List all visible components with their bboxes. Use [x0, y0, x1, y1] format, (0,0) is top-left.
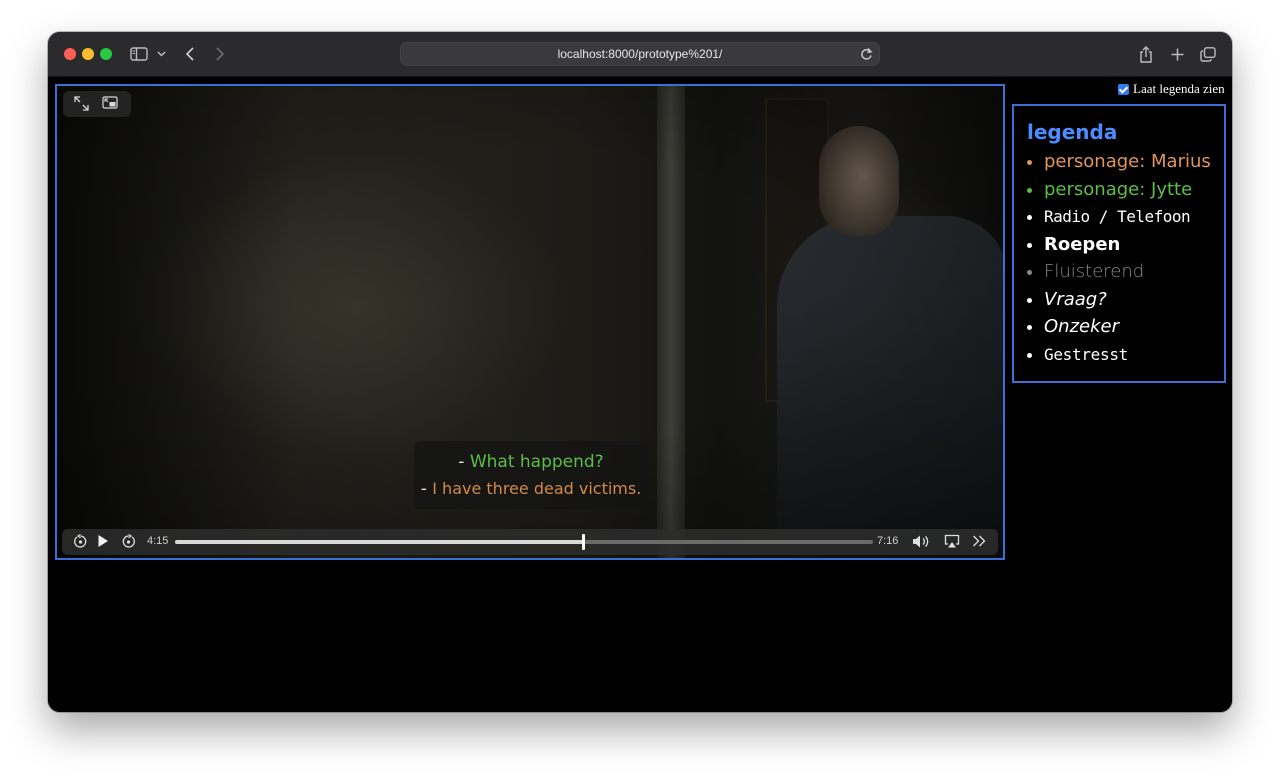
- subtitle-line-1: - What happend?: [414, 452, 648, 472]
- legend-item-label: Onzeker: [1044, 316, 1119, 337]
- reload-icon[interactable]: [860, 47, 873, 66]
- legend-item: Radio / Telefoon: [1027, 203, 1211, 231]
- address-url: localhost:8000/prototype%201/: [557, 47, 723, 61]
- minimize-window-button[interactable]: [82, 48, 94, 60]
- back-icon[interactable]: [181, 42, 199, 66]
- bullet-icon: [1027, 325, 1032, 330]
- page-content: - What happend? - I have three dead vict…: [48, 77, 1232, 712]
- sidebar-icon[interactable]: [128, 42, 150, 66]
- skip-back-icon[interactable]: [73, 533, 88, 554]
- more-options-icon[interactable]: [972, 534, 986, 553]
- progress-fill: [175, 540, 584, 544]
- airplay-icon[interactable]: [944, 534, 960, 554]
- subtitle-line-2: - I have three dead victims.: [414, 479, 648, 499]
- subtitle-dash: -: [420, 479, 427, 499]
- legend-item: personage: Jytte: [1027, 176, 1211, 204]
- video-player[interactable]: - What happend? - I have three dead vict…: [55, 84, 1005, 560]
- chevron-down-icon[interactable]: [154, 42, 168, 66]
- subtitle-text-marius: I have three dead victims.: [432, 479, 642, 498]
- legend-item-label: Roepen: [1044, 233, 1121, 255]
- legend-item-label: Vraag?: [1044, 288, 1107, 310]
- bullet-icon: [1027, 270, 1032, 275]
- browser-toolbar: localhost:8000/prototype%201/: [48, 32, 1232, 77]
- bullet-icon: [1027, 187, 1032, 193]
- subtitle-dash: -: [458, 452, 465, 472]
- bullet-icon: [1027, 215, 1032, 220]
- forward-icon[interactable]: [211, 42, 229, 66]
- bullet-icon: [1027, 352, 1032, 358]
- volume-icon[interactable]: [912, 534, 932, 554]
- new-tab-icon[interactable]: [1167, 42, 1187, 66]
- picture-in-picture-icon[interactable]: [102, 96, 118, 115]
- legend-toggle[interactable]: Laat legenda zien: [1118, 81, 1225, 97]
- bullet-icon: [1027, 297, 1032, 303]
- progress-scrubber[interactable]: [582, 534, 586, 550]
- legend-item: Roepen: [1027, 231, 1211, 259]
- video-top-controls: [63, 91, 131, 117]
- total-time: 7:16: [877, 535, 899, 547]
- legend-item: Onzeker: [1027, 313, 1211, 341]
- legend-item-label: Radio / Telefoon: [1044, 207, 1191, 226]
- legend-list: personage: Marius personage: Jytte Radio…: [1027, 148, 1211, 369]
- subtitle-text-jytte: What happend?: [469, 452, 604, 472]
- legend-item-label: Gestresst: [1044, 344, 1128, 364]
- share-icon[interactable]: [1136, 42, 1156, 66]
- current-time: 4:15: [147, 535, 169, 547]
- legend-checkbox[interactable]: [1118, 83, 1129, 95]
- bullet-icon: [1027, 160, 1032, 165]
- subtitle-box: - What happend? - I have three dead vict…: [414, 441, 648, 509]
- legend-item: Vraag?: [1027, 286, 1211, 314]
- legend-item: Gestresst: [1027, 341, 1211, 369]
- tab-overview-icon[interactable]: [1198, 42, 1218, 66]
- legend-toggle-label: Laat legenda zien: [1133, 81, 1225, 96]
- browser-window: localhost:8000/prototype%201/ - What hap…: [48, 32, 1232, 712]
- video-control-bar: 4:15 7:16: [62, 529, 998, 555]
- legend-item-label: personage: Jytte: [1044, 178, 1193, 200]
- legend-item: Fluisterend: [1027, 258, 1211, 286]
- legend-item-label: Fluisterend: [1044, 261, 1145, 282]
- legend-item: personage: Marius: [1027, 148, 1211, 176]
- zoom-window-button[interactable]: [100, 48, 112, 60]
- legend-title: legenda: [1027, 120, 1118, 144]
- fullscreen-icon[interactable]: [74, 96, 89, 116]
- playback-progress-bar[interactable]: [175, 534, 873, 550]
- legend-panel: legenda personage: Marius personage: Jyt…: [1012, 104, 1226, 383]
- bullet-icon: [1027, 242, 1032, 248]
- close-window-button[interactable]: [64, 48, 76, 60]
- address-bar[interactable]: localhost:8000/prototype%201/: [400, 42, 880, 66]
- legend-item-label: personage: Marius: [1044, 151, 1211, 172]
- skip-forward-icon[interactable]: [121, 533, 136, 554]
- play-icon[interactable]: [97, 534, 109, 553]
